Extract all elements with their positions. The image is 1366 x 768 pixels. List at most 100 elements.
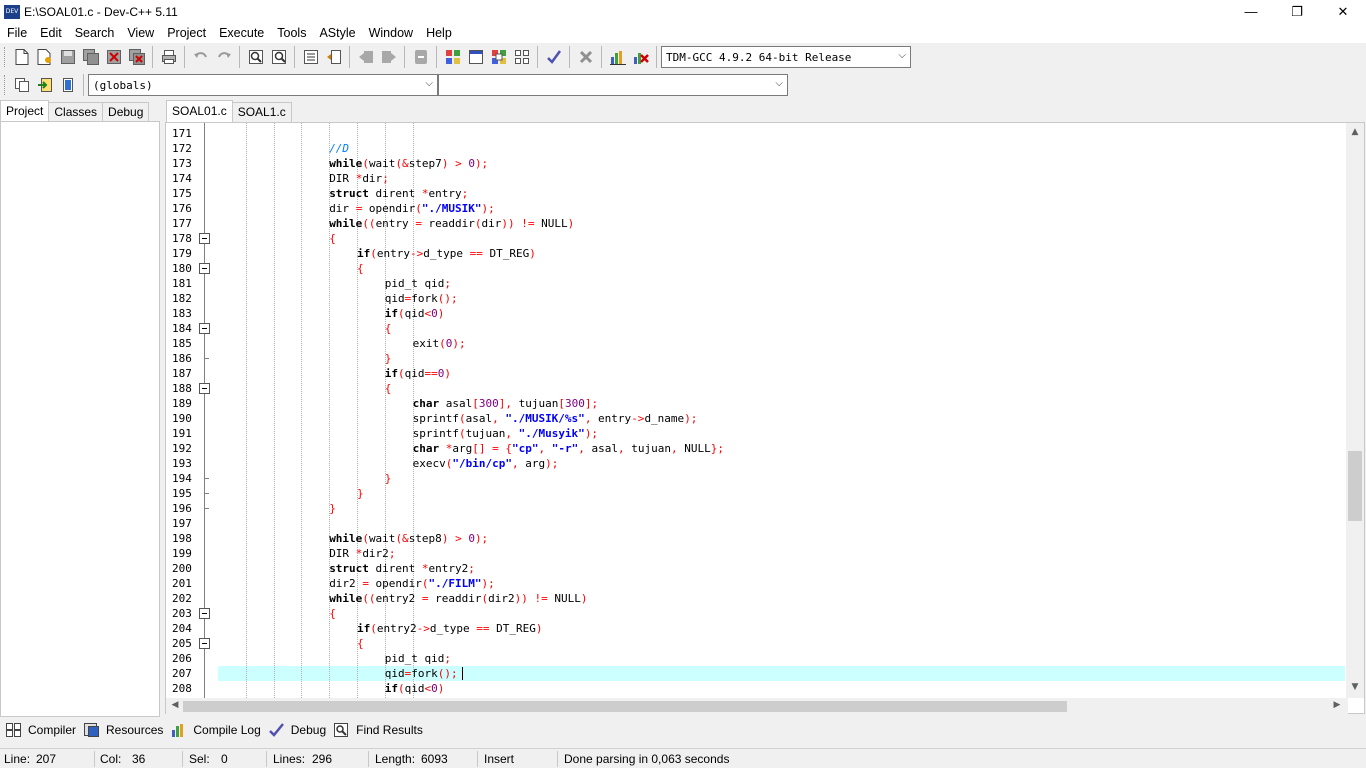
redo-button[interactable] — [213, 46, 235, 68]
code-token: [ — [558, 397, 565, 410]
code-token: ); — [474, 532, 489, 545]
menu-window[interactable]: Window — [362, 26, 419, 40]
tab-project[interactable]: Project — [0, 100, 50, 122]
tab-debug-output[interactable]: Debug — [267, 719, 332, 741]
menu-project[interactable]: Project — [160, 26, 212, 40]
toolbar-grip[interactable] — [4, 75, 7, 95]
arrow-right-page-icon — [381, 51, 396, 63]
line-number: 205 — [172, 637, 192, 650]
tab-find-results[interactable]: Find Results — [332, 719, 429, 741]
previous-bookmark-button[interactable] — [355, 46, 377, 68]
indent-button[interactable] — [300, 46, 322, 68]
undo-button[interactable] — [190, 46, 212, 68]
fold-toggle-icon[interactable] — [199, 233, 210, 244]
status-line-value: 207 — [36, 752, 57, 766]
maximize-button[interactable]: ❐ — [1274, 0, 1320, 23]
fold-toggle-icon[interactable] — [199, 263, 210, 274]
code-token: ); — [481, 202, 495, 215]
code-editor[interactable]: 171 172 173 174 175 176 177 178 179 180 181 182 183 1… — [165, 122, 1365, 715]
scroll-left-icon[interactable]: ◀ — [166, 700, 184, 710]
code-token: while — [329, 532, 363, 545]
code-line: if(entry2->d_type == DT_REG) — [357, 621, 542, 636]
syntax-check-button[interactable] — [543, 46, 565, 68]
scroll-up-icon[interactable]: ▲ — [1346, 127, 1364, 137]
goto-button[interactable] — [34, 74, 56, 96]
code-token: sprintf — [412, 412, 459, 425]
stop-execution-button[interactable] — [575, 46, 597, 68]
code-token: "/bin/cp" — [452, 457, 512, 470]
code-line: qid=fork(); — [385, 666, 458, 681]
new-project-button[interactable] — [11, 74, 33, 96]
horizontal-scroll-thumb[interactable] — [183, 701, 1067, 712]
save-button[interactable] — [57, 46, 79, 68]
close-button[interactable]: ✕ — [1320, 0, 1366, 23]
next-bookmark-button[interactable] — [378, 46, 400, 68]
compiler-select[interactable]: TDM-GCC 4.9.2 64-bit Release ⌵ — [661, 46, 911, 68]
code-area[interactable]: //D while(wait(&step7) > 0); DIR *dir; stru… — [218, 123, 1346, 698]
fold-toggle-icon[interactable] — [199, 608, 210, 619]
print-button[interactable] — [158, 46, 180, 68]
tab-debug[interactable]: Debug — [102, 102, 150, 122]
menu-astyle[interactable]: AStyle — [312, 26, 361, 40]
save-all-button[interactable] — [80, 46, 102, 68]
menu-execute[interactable]: Execute — [212, 26, 270, 40]
delete-profile-button[interactable] — [630, 46, 652, 68]
scope-select[interactable]: (globals) ⌵ — [88, 74, 438, 96]
scroll-down-icon[interactable]: ▼ — [1346, 682, 1364, 692]
line-number: 172 — [172, 142, 192, 155]
menu-tools[interactable]: Tools — [270, 26, 312, 40]
profile-button[interactable] — [607, 46, 629, 68]
toolbar-separator — [184, 46, 185, 68]
class-toolbar: (globals) ⌵ ⌵ — [0, 71, 1366, 99]
project-panel[interactable] — [0, 121, 160, 717]
replace-button[interactable] — [268, 46, 290, 68]
fold-toggle-icon[interactable] — [199, 638, 210, 649]
status-bar: Line: 207 Col: 36 Sel: 0 Lines: 296 Leng… — [0, 748, 1366, 768]
vertical-scrollbar[interactable]: ▲ ▼ — [1346, 123, 1364, 698]
tab-soal1-c[interactable]: SOAL1.c — [231, 102, 292, 122]
code-token: ; — [388, 547, 396, 560]
arrow-left-page-icon — [358, 51, 373, 63]
function-select[interactable]: ⌵ — [438, 74, 788, 96]
menu-view[interactable]: View — [120, 26, 160, 40]
comment-button[interactable] — [410, 46, 432, 68]
unindent-button[interactable] — [323, 46, 345, 68]
code-line: } — [385, 471, 392, 486]
menu-search[interactable]: Search — [68, 26, 121, 40]
run-button[interactable] — [465, 46, 487, 68]
code-token: ]; — [584, 397, 599, 410]
close-file-button[interactable] — [103, 46, 125, 68]
tab-classes[interactable]: Classes — [48, 102, 104, 122]
line-number: 197 — [172, 517, 192, 530]
fold-toggle-icon[interactable] — [199, 323, 210, 334]
code-token: , — [511, 457, 519, 470]
insert-button[interactable] — [57, 74, 79, 96]
minimize-button[interactable]: — — [1228, 0, 1274, 23]
tab-resources[interactable]: Resources — [82, 719, 169, 741]
close-file-icon — [106, 50, 121, 64]
tab-soal01-c[interactable]: SOAL01.c — [166, 100, 233, 122]
find-button[interactable] — [245, 46, 267, 68]
status-separator — [266, 751, 267, 767]
tab-compile-log[interactable]: Compile Log — [169, 719, 266, 741]
menu-file[interactable]: File — [0, 26, 33, 40]
vertical-scroll-thumb[interactable] — [1348, 451, 1362, 521]
rebuild-all-button[interactable] — [511, 46, 533, 68]
new-file-button[interactable] — [11, 46, 33, 68]
checkmark-icon — [546, 50, 561, 64]
code-token: "cp" — [511, 442, 539, 455]
compile-button[interactable] — [442, 46, 464, 68]
toolbar-grip[interactable] — [4, 47, 7, 67]
fold-toggle-icon[interactable] — [199, 383, 210, 394]
horizontal-scrollbar[interactable]: ◀ ▶ — [166, 698, 1348, 715]
line-number: 203 — [172, 607, 192, 620]
code-token: ); — [481, 577, 495, 590]
close-all-button[interactable] — [126, 46, 148, 68]
menu-edit[interactable]: Edit — [33, 26, 68, 40]
open-file-button[interactable] — [34, 46, 56, 68]
menu-help[interactable]: Help — [419, 26, 458, 40]
tab-compiler[interactable]: Compiler — [4, 719, 82, 741]
compile-run-button[interactable] — [488, 46, 510, 68]
scroll-right-icon[interactable]: ▶ — [1328, 700, 1346, 710]
toolbar-separator — [537, 46, 538, 68]
